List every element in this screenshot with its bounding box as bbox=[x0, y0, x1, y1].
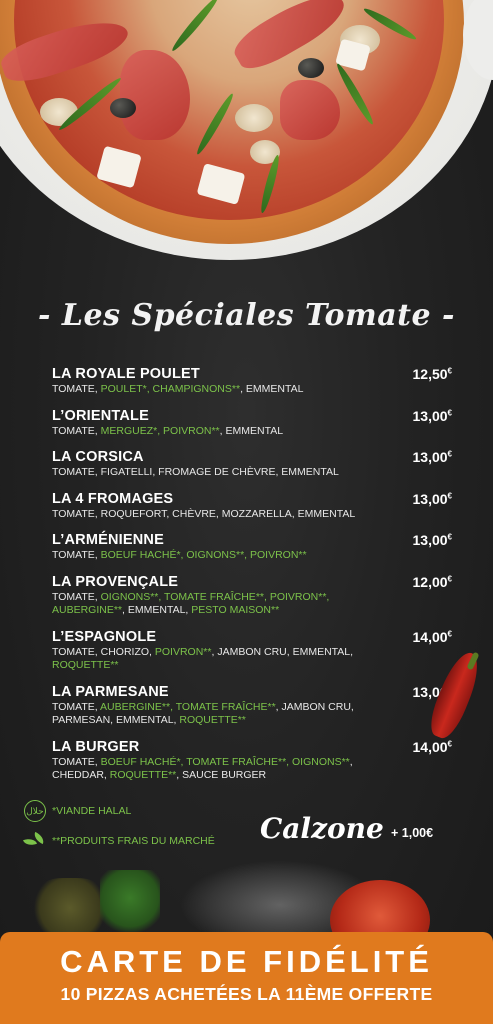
menu-item-price: 12,50€ bbox=[413, 366, 453, 382]
menu-item-name: LA CORSICA bbox=[52, 449, 144, 465]
legend: حلال *VIANDE HALAL **PRODUITS FRAIS DU M… bbox=[22, 800, 284, 860]
calzone-price: + 1,00€ bbox=[391, 826, 434, 840]
ingredient-text: , JAMBON CRU, EMMENTAL, bbox=[211, 645, 354, 658]
currency-symbol: € bbox=[447, 490, 452, 500]
menu-item-name: LA PROVENÇALE bbox=[52, 573, 179, 590]
legend-fresh: **PRODUITS FRAIS DU MARCHÉ bbox=[22, 830, 284, 852]
ingredient-text: TOMATE, bbox=[52, 700, 101, 713]
ingredient-text: , SAUCE BURGER bbox=[176, 769, 267, 781]
ingredient-text: TOMATE, bbox=[52, 755, 101, 768]
parsley-image bbox=[100, 870, 160, 940]
ingredient-text: TOMATE, FIGATELLI, FROMAGE DE CHÈVRE, EM… bbox=[52, 466, 339, 478]
menu-item-ingredients: TOMATE, POULET*, CHAMPIGNONS**, EMMENTAL bbox=[52, 383, 382, 397]
menu-item-price: 14,00€ bbox=[413, 739, 453, 755]
ingredient-text: TOMATE, bbox=[52, 424, 101, 437]
menu-item-name: LA PARMESANE bbox=[52, 683, 169, 700]
loyalty-subtitle: 10 PIZZAS ACHETÉES LA 11ÈME OFFERTE bbox=[60, 984, 433, 1004]
menu-item-ingredients: TOMATE, BOEUF HACHÉ*, OIGNONS**, POIVRON… bbox=[52, 549, 382, 563]
loyalty-title: CARTE DE FIDÉLITÉ bbox=[60, 944, 433, 979]
legend-halal-text: *VIANDE HALAL bbox=[52, 805, 132, 817]
menu-item-price: 12,00€ bbox=[413, 574, 453, 590]
halal-icon: حلال bbox=[24, 800, 46, 822]
menu-item: LA ROYALE POULET 12,50€ TOMATE, POULET*, C… bbox=[52, 366, 452, 397]
ingredient-highlight: MERGUEZ*, POIVRON** bbox=[100, 424, 220, 437]
menu-item-price: 13,00€ bbox=[413, 532, 453, 548]
legend-fresh-text: **PRODUITS FRAIS DU MARCHÉ bbox=[52, 835, 215, 847]
menu-item-ingredients: TOMATE, MERGUEZ*, POIVRON**, EMMENTAL bbox=[52, 425, 382, 439]
price-value: 13,00 bbox=[412, 449, 448, 465]
ingredient-highlight: AUBERGINE**, TOMATE FRAÎCHE** bbox=[100, 700, 276, 713]
menu-item-price: 13,00€ bbox=[413, 491, 453, 507]
menu-item-ingredients: TOMATE, FIGATELLI, FROMAGE DE CHÈVRE, EM… bbox=[52, 466, 382, 480]
menu-item-price: 13,00€ bbox=[413, 449, 453, 465]
menu-item: L’ORIENTALE 13,00€ TOMATE, MERGUEZ*, POIVR… bbox=[52, 408, 452, 439]
currency-symbol: € bbox=[447, 738, 452, 748]
menu-item: LA PARMESANE13,00€TOMATE, AUBERGINE**, T… bbox=[52, 684, 452, 728]
ingredient-highlight: ROQUETTE** bbox=[52, 659, 119, 671]
menu-item-ingredients: TOMATE, BOEUF HACHÉ*, TOMATE FRAÎCHE**, … bbox=[52, 756, 382, 783]
menu-item-ingredients: TOMATE, ROQUEFORT, CHÈVRE, MOZZARELLA, E… bbox=[52, 508, 382, 522]
ingredient-highlight: BOEUF HACHÉ*, TOMATE FRAÎCHE**, OIGNONS*… bbox=[100, 755, 350, 768]
menu-item: LA BURGER 14,00€ TOMATE, BOEUF HACHÉ*, TOM… bbox=[52, 739, 452, 783]
section-title: - Les Spéciales Tomate - bbox=[38, 298, 455, 333]
ingredient-text: TOMATE, bbox=[52, 549, 101, 561]
currency-symbol: € bbox=[447, 449, 452, 459]
currency-symbol: € bbox=[447, 573, 452, 583]
menu-item-price: 13,00€ bbox=[413, 408, 453, 424]
price-value: 12,50 bbox=[412, 366, 448, 382]
menu-item: L’ESPAGNOLE 14,00€ TOMATE, CHORIZO, POIVRO… bbox=[52, 629, 452, 673]
ingredient-text: , EMMENTAL bbox=[219, 424, 284, 437]
menu-page: - Les Spéciales Tomate - LA ROYALE POULE… bbox=[0, 0, 493, 1024]
price-value: 14,00 bbox=[412, 628, 448, 645]
dried-herbs-image bbox=[30, 878, 110, 938]
currency-symbol: € bbox=[447, 628, 452, 638]
ingredient-highlight: ROQUETTE** bbox=[109, 769, 177, 781]
menu-item: LA 4 FROMAGES 13,00€ TOMATE, ROQUEFORT, CH… bbox=[52, 491, 452, 522]
menu-item-ingredients: TOMATE, CHORIZO, POIVRON**, JAMBON CRU, … bbox=[52, 646, 382, 673]
menu-item-ingredients: TOMATE, OIGNONS**, TOMATE FRAÎCHE**, POI… bbox=[52, 591, 382, 618]
ingredient-highlight: PESTO MAISON** bbox=[191, 604, 280, 616]
ingredient-highlight: POULET*, CHAMPIGNONS** bbox=[100, 383, 241, 395]
ingredient-text: TOMATE, bbox=[52, 590, 101, 603]
currency-symbol: € bbox=[447, 366, 452, 376]
menu-item-ingredients: TOMATE, AUBERGINE**, TOMATE FRAÎCHE**, J… bbox=[52, 701, 382, 728]
menu-item-price: 14,00€ bbox=[413, 629, 453, 645]
menu-item-name: L’ESPAGNOLE bbox=[52, 628, 157, 645]
leaf-icon bbox=[22, 831, 47, 848]
price-value: 13,00 bbox=[412, 407, 448, 424]
ingredient-text: TOMATE, CHORIZO, bbox=[52, 645, 155, 658]
menu-item-name: L’ORIENTALE bbox=[52, 407, 149, 424]
menu-item: LA PROVENÇALE 12,00€ TOMATE, OIGNONS**, TO… bbox=[52, 574, 452, 618]
menu-item-name: LA BURGER bbox=[52, 738, 140, 755]
price-value: 12,00 bbox=[412, 573, 448, 590]
price-value: 13,00 bbox=[412, 532, 448, 548]
ingredient-highlight: POIVRON** bbox=[154, 645, 212, 658]
menu-item-name: LA 4 FROMAGES bbox=[52, 490, 174, 507]
currency-symbol: € bbox=[447, 532, 452, 542]
ingredient-text: , EMMENTAL bbox=[240, 383, 304, 395]
calzone-label: Calzone bbox=[260, 812, 384, 845]
currency-symbol: € bbox=[447, 407, 452, 417]
legend-halal: حلال *VIANDE HALAL bbox=[24, 800, 284, 822]
menu-list: LA ROYALE POULET 12,50€ TOMATE, POULET*, C… bbox=[52, 366, 452, 794]
price-value: 13,00 bbox=[412, 490, 448, 507]
ingredient-text: TOMATE, bbox=[52, 383, 101, 395]
menu-item-name: L’ARMÉNIENNE bbox=[52, 532, 164, 548]
ingredient-text: TOMATE, ROQUEFORT, CHÈVRE, MOZZARELLA, E… bbox=[52, 507, 356, 520]
ingredient-text: , EMMENTAL, bbox=[122, 604, 192, 616]
pizza-image bbox=[0, 0, 493, 260]
menu-item-name: LA ROYALE POULET bbox=[52, 366, 200, 382]
ingredient-highlight: BOEUF HACHÉ*, OIGNONS**, POIVRON** bbox=[100, 549, 307, 561]
menu-item: L’ARMÉNIENNE 13,00€ TOMATE, BOEUF HACHÉ*, … bbox=[52, 532, 452, 563]
price-value: 14,00 bbox=[412, 738, 448, 755]
ingredient-highlight: ROQUETTE** bbox=[179, 714, 246, 726]
menu-item: LA CORSICA 13,00€ TOMATE, FIGATELLI, FROMA… bbox=[52, 449, 452, 480]
